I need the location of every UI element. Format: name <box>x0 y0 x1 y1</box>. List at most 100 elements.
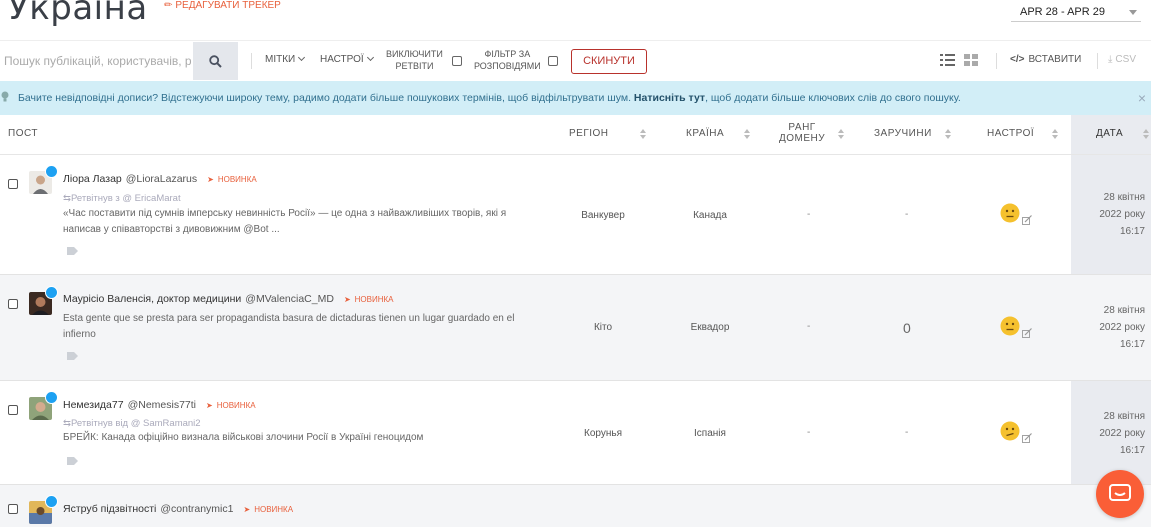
row-checkbox[interactable] <box>8 299 18 309</box>
author-name[interactable]: Яструб підзвітності <box>63 503 156 515</box>
info-banner: Бачите невідповідні дописи? Відстежуючи … <box>0 81 1151 115</box>
tags-dropdown[interactable]: МІТКИ <box>265 53 306 65</box>
exclude-retweets-line2: РЕТВІТИ <box>395 61 434 71</box>
search-input[interactable] <box>0 42 193 80</box>
new-badge-label: НОВИНКА <box>354 295 394 304</box>
retweet-info: ⇆Ретвітнув від @ SamRamani2 <box>63 418 201 429</box>
row-checkbox[interactable] <box>8 179 18 189</box>
post-text[interactable]: «Час поставити під сумнів імперську неви… <box>63 206 533 238</box>
chevron-down-icon <box>366 53 374 62</box>
search-button[interactable] <box>193 42 238 80</box>
sort-icon[interactable] <box>1052 129 1058 139</box>
story-filter-label: ФІЛЬТР ЗА РОЗПОВІДЯМИ <box>474 48 541 72</box>
post-author: Яструб підзвітності @contranymic1 ➤ НОВИНКА <box>63 503 293 515</box>
row-checkbox[interactable] <box>8 405 18 415</box>
table-row: Ліора Лазар @LioraLazarus ➤ НОВИНКА ⇆Ретвіт… <box>0 155 1151 275</box>
story-filter-line2: РОЗПОВІДЯМИ <box>474 61 541 71</box>
tag-icon[interactable] <box>67 247 78 255</box>
author-name[interactable]: Маурісіо Валенсія, доктор медицини <box>63 293 241 305</box>
author-name[interactable]: Немезида77 <box>63 399 124 411</box>
exclude-retweets-checkbox[interactable] <box>452 56 462 66</box>
author-name[interactable]: Ліора Лазар <box>63 173 122 185</box>
row-checkbox[interactable] <box>8 504 18 514</box>
retweet-text: Ретвітнув з @ EricaMarat <box>70 193 181 204</box>
date-line3: 16:17 <box>1119 339 1145 350</box>
reset-button[interactable]: СКИНУТИ <box>571 49 647 74</box>
header-domain-rank[interactable]: РАНГ ДОМЕНУ <box>779 122 825 144</box>
confused-face-icon[interactable] <box>1000 421 1020 441</box>
sort-icon[interactable] <box>1143 129 1149 139</box>
engagement-cell: - <box>905 209 909 220</box>
sort-icon[interactable] <box>640 129 646 139</box>
tag-icon[interactable] <box>67 457 78 465</box>
author-handle[interactable]: @LioraLazarus <box>126 173 197 185</box>
header-date[interactable]: ДАТА <box>1096 128 1123 139</box>
post-text[interactable]: БРЕЙК: Канада офіційно визнала військові… <box>63 430 533 446</box>
edit-tracker-link[interactable]: ✏ РЕДАГУВАТИ ТРЕКЕР <box>164 0 281 11</box>
banner-link[interactable]: Натисніть тут <box>634 92 705 104</box>
filter-toolbar: МІТКИ НАСТРОЇ ВИКЛЮЧИТИ РЕТВІТИ ФІЛЬТР З… <box>0 40 1151 81</box>
embed-label: ВСТАВИТИ <box>1028 54 1082 65</box>
sort-icon[interactable] <box>838 129 844 139</box>
flag-icon: ➤ <box>343 295 351 304</box>
close-icon[interactable]: × <box>1138 81 1146 115</box>
flag-icon: ➤ <box>243 505 251 514</box>
sentiment-dropdown[interactable]: НАСТРОЇ <box>320 53 374 65</box>
pencil-icon: ✏ <box>164 0 173 11</box>
sort-icon[interactable] <box>744 129 750 139</box>
neutral-face-icon[interactable] <box>1000 203 1020 223</box>
banner-text: Бачите невідповідні дописи? Відстежуючи … <box>18 92 631 104</box>
banner-text-after: , щоб додати більше ключових слів до сво… <box>705 92 961 104</box>
country-cell: Еквадор <box>690 322 730 333</box>
flag-icon: ➤ <box>206 401 213 410</box>
region-cell: Кіто <box>593 322 613 333</box>
engagement-cell: 0 <box>903 320 911 336</box>
story-filter-line1: ФІЛЬТР ЗА <box>484 49 531 59</box>
header-region[interactable]: РЕГІОН <box>569 128 609 139</box>
neutral-face-icon[interactable] <box>1000 316 1020 336</box>
sort-icon[interactable] <box>945 129 951 139</box>
header-sentiment[interactable]: НАСТРОЇ <box>987 128 1034 139</box>
header-engagement[interactable]: ЗАРУЧИНИ <box>874 128 932 139</box>
sentiment-label: НАСТРОЇ <box>320 54 364 65</box>
new-badge: ➤ НОВИНКА <box>206 401 256 410</box>
chat-button[interactable] <box>1096 470 1144 518</box>
date-line1: 28 квітня <box>1103 305 1145 316</box>
edit-icon[interactable] <box>1022 328 1032 338</box>
story-filter-checkbox[interactable] <box>548 56 558 66</box>
domain-rank-cell: - <box>807 427 811 438</box>
author-handle[interactable]: @contranymic1 <box>160 503 233 515</box>
header-domain-rank-line1: РАНГ <box>788 122 816 133</box>
date-cell: 28 квітня 2022 року 16:17 <box>1071 302 1145 353</box>
exclude-retweets-line1: ВИКЛЮЧИТИ <box>386 49 443 59</box>
header-country[interactable]: КРАЇНА <box>686 128 724 139</box>
csv-export-button[interactable]: ⤓ CSV <box>1108 54 1136 65</box>
divider <box>996 53 997 69</box>
divider <box>1097 53 1098 69</box>
tag-icon[interactable] <box>67 352 78 360</box>
new-badge: ➤ НОВИНКА <box>207 175 257 184</box>
grid-view-icon[interactable] <box>964 54 978 66</box>
region-cell: Ванкувер <box>581 210 625 221</box>
page-header: Україна ✏ РЕДАГУВАТИ ТРЕКЕР APR 28 - APR … <box>0 0 1151 40</box>
header-post: ПОСТ <box>8 128 38 139</box>
list-view-icon[interactable] <box>940 54 955 66</box>
engagement-cell: - <box>905 427 909 438</box>
edit-icon[interactable] <box>1022 215 1032 225</box>
retweet-icon: ⇆ <box>63 193 71 204</box>
page-title: Україна <box>8 0 148 28</box>
date-line2: 2022 року <box>1099 428 1145 439</box>
post-text[interactable]: Esta gente que se presta para ser propag… <box>63 311 533 343</box>
code-icon: </> <box>1010 54 1025 65</box>
edit-icon[interactable] <box>1022 433 1032 443</box>
chevron-down-icon <box>298 53 306 62</box>
embed-button[interactable]: </> ВСТАВИТИ <box>1010 54 1081 65</box>
author-handle[interactable]: @MValenciaC_MD <box>245 293 334 305</box>
country-cell: Канада <box>693 210 727 221</box>
date-range-label: APR 28 - APR 29 <box>1020 6 1105 18</box>
caret-down-icon <box>1129 10 1137 15</box>
date-range-picker[interactable]: APR 28 - APR 29 <box>1011 4 1141 22</box>
post-author: Ліора Лазар @LioraLazarus ➤ НОВИНКА <box>63 173 257 185</box>
date-line3: 16:17 <box>1119 445 1145 456</box>
author-handle[interactable]: @Nemesis77ti <box>128 399 196 411</box>
